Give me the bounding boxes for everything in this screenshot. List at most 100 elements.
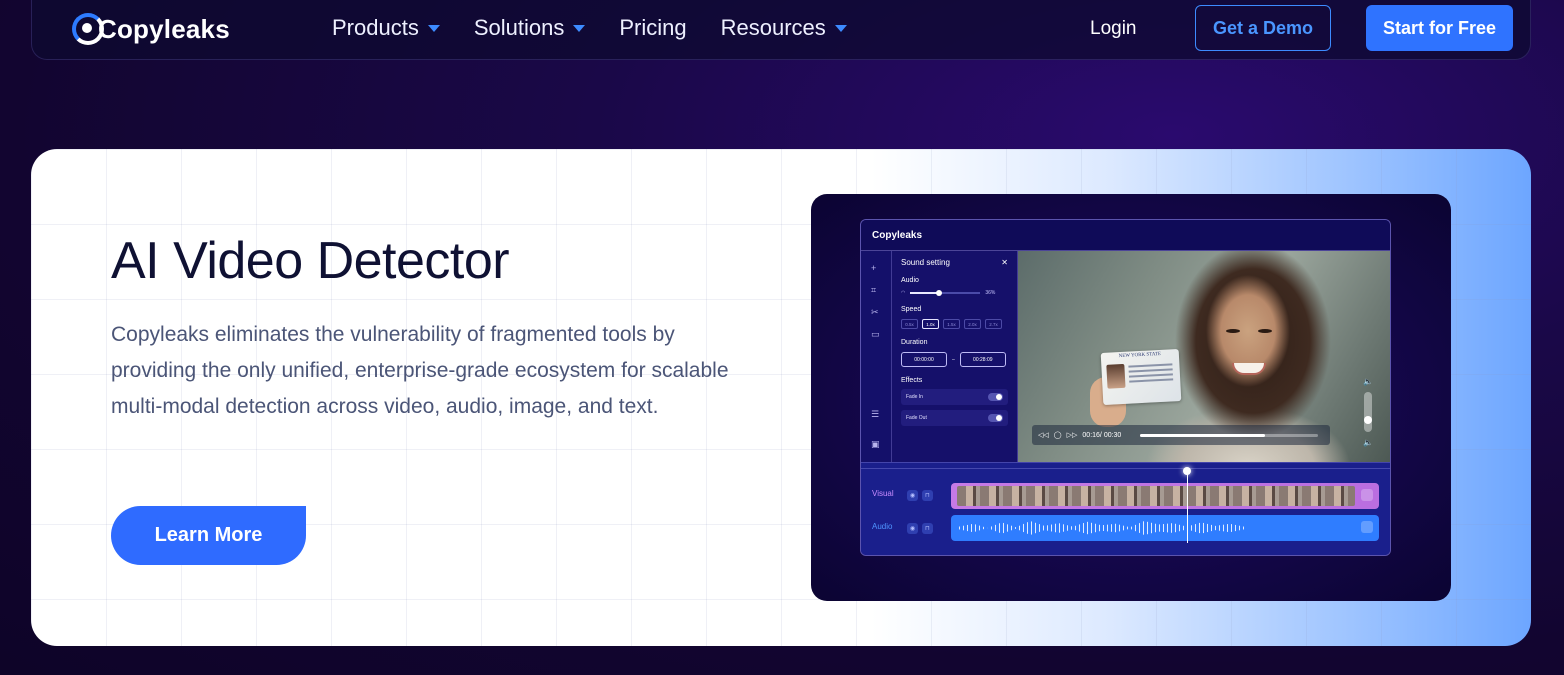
copyleaks-logo[interactable]: Copyleaks — [72, 11, 230, 47]
hero-description: Copyleaks eliminates the vulnerability o… — [111, 323, 729, 418]
audio-track — [951, 515, 1379, 541]
duration-label: Duration — [901, 339, 928, 346]
page-title: AI Video Detector — [111, 232, 510, 290]
timeline-ruler — [861, 463, 1390, 469]
duration-end: 00:28:09 — [959, 352, 1006, 367]
toggle-switch — [988, 414, 1003, 422]
lock-icon: ⊓ — [922, 490, 933, 501]
playhead-knob — [1183, 467, 1191, 475]
list-icon: ☰ — [871, 409, 880, 419]
duration-row: 00:00:00 – 00:28:09 — [901, 352, 1008, 367]
save-icon: ▣ — [871, 439, 880, 449]
time-display: 00:16/ 00:30 — [1082, 431, 1122, 439]
eye-shape — [1226, 329, 1240, 333]
id-text-lines — [1128, 363, 1174, 385]
toggle-switch — [988, 393, 1003, 401]
editor-logo: Copyleaks — [872, 229, 923, 241]
forward-icon: ▷▷ — [1066, 432, 1078, 439]
effect-fade-in: Fade In — [901, 389, 1008, 405]
menu-item-label: Solutions — [473, 15, 565, 40]
speed-option: 0.5x — [901, 319, 918, 329]
close-icon: ✕ — [1001, 258, 1008, 267]
audio-value: 36% — [985, 290, 996, 296]
effect-label: Fade In — [906, 394, 923, 400]
speed-options: 0.5x 1.0x 1.5x 2.0x 2.7x — [901, 319, 1008, 329]
duration-start: 00:00:00 — [901, 352, 947, 367]
audio-track-controls: ◉ ⊓ — [907, 523, 933, 534]
sound-setting-panel: Sound setting ✕ Audio ◠ 36% Speed 0.5x 1… — [892, 251, 1018, 462]
audio-slider — [910, 290, 981, 296]
top-navigation: Copyleaks Products Solutions Pricing Res… — [31, 0, 1531, 60]
product-mockup: Copyleaks + ⌗ ✂ ▭ ☰ ▣ Sound setting ✕ Au… — [811, 194, 1451, 601]
headphones-icon: ◠ — [901, 290, 906, 296]
add-icon: + — [871, 263, 877, 273]
menu-item-solutions[interactable]: Solutions — [474, 15, 586, 41]
menu-item-products[interactable]: Products — [332, 15, 440, 41]
audio-track-label: Audio — [872, 522, 893, 531]
speed-option: 2.7x — [985, 319, 1002, 329]
panel-title: Sound setting — [901, 258, 950, 267]
volume-up-icon: 🔈 — [1363, 377, 1373, 386]
volume-control: 🔈 🔈 — [1358, 377, 1378, 447]
effects-label: Effects — [901, 377, 923, 384]
progress-fill — [1140, 433, 1265, 437]
menu-item-resources[interactable]: Resources — [721, 15, 847, 41]
menu-item-label: Products — [332, 15, 419, 40]
learn-more-button[interactable]: Learn More — [111, 506, 306, 565]
audio-label: Audio — [901, 277, 919, 284]
speed-option-selected: 1.0x — [922, 319, 939, 329]
video-controls: ◁◁ ◯ ▷▷ 00:16/ 00:30 — [1032, 425, 1330, 445]
smile-shape — [1232, 363, 1266, 375]
menu-item-pricing[interactable]: Pricing — [619, 15, 686, 41]
menu-item-label: Pricing — [619, 15, 687, 40]
start-for-free-button[interactable]: Start for Free — [1366, 5, 1513, 51]
crop-icon: ⌗ — [871, 285, 877, 295]
id-photo — [1106, 363, 1126, 389]
chevron-down-icon — [573, 24, 586, 32]
panel-header: Sound setting ✕ — [901, 258, 1008, 267]
id-card: NEW YORK STATE — [1100, 348, 1182, 406]
editor-window: Copyleaks + ⌗ ✂ ▭ ☰ ▣ Sound setting ✕ Au… — [860, 219, 1391, 556]
dash-separator: – — [952, 356, 955, 363]
id-card-title: NEW YORK STATE — [1118, 351, 1162, 360]
chevron-down-icon — [834, 24, 847, 32]
slider-knob — [935, 290, 942, 296]
rewind-icon: ◁◁ — [1038, 432, 1049, 439]
editor-header: Copyleaks — [861, 220, 1390, 251]
video-preview: NEW YORK STATE ◁◁ ◯ ▷▷ 00:16/ 00:30 🔈 🔈 — [1018, 251, 1390, 462]
music-icon — [1361, 521, 1373, 533]
image-icon — [1361, 489, 1373, 501]
scissors-icon: ✂ — [871, 307, 879, 317]
volume-down-icon: 🔈 — [1363, 438, 1373, 447]
speed-option: 2.0x — [964, 319, 981, 329]
progress-bar — [1140, 433, 1319, 437]
visual-track-controls: ◉ ⊓ — [907, 490, 933, 501]
visual-track-label: Visual — [872, 489, 894, 498]
eye-shape — [1258, 329, 1272, 333]
slider-fill — [910, 292, 937, 294]
audio-slider-row: ◠ 36% — [901, 290, 1008, 296]
effect-fade-out: Fade Out — [901, 410, 1008, 426]
login-link[interactable]: Login — [1090, 18, 1137, 40]
speed-option: 1.5x — [943, 319, 960, 329]
speed-label: Speed — [901, 306, 922, 313]
eye-icon: ◉ — [907, 490, 918, 501]
get-a-demo-button[interactable]: Get a Demo — [1195, 5, 1331, 51]
lock-icon: ⊓ — [922, 523, 933, 534]
volume-knob — [1364, 416, 1372, 424]
volume-bar — [1364, 392, 1372, 432]
menu-item-label: Resources — [720, 15, 826, 40]
play-icon: ◯ — [1053, 432, 1062, 439]
logo-mark-icon — [72, 13, 104, 45]
main-menu: Products Solutions Pricing Resources — [332, 15, 847, 41]
eye-icon: ◉ — [907, 523, 918, 534]
video-frames — [957, 486, 1355, 506]
timeline: Visual ◉ ⊓ Audio ◉ ⊓ — [861, 462, 1390, 555]
audio-waveform — [959, 521, 1244, 535]
logo-text: Copyleaks — [98, 13, 230, 44]
hero-card: AI Video Detector Copyleaks eliminates t… — [31, 149, 1531, 646]
tool-rail: + ⌗ ✂ ▭ ☰ ▣ — [861, 251, 892, 462]
folder-icon: ▭ — [871, 329, 880, 339]
playhead-line — [1187, 469, 1188, 543]
chevron-down-icon — [427, 24, 440, 32]
